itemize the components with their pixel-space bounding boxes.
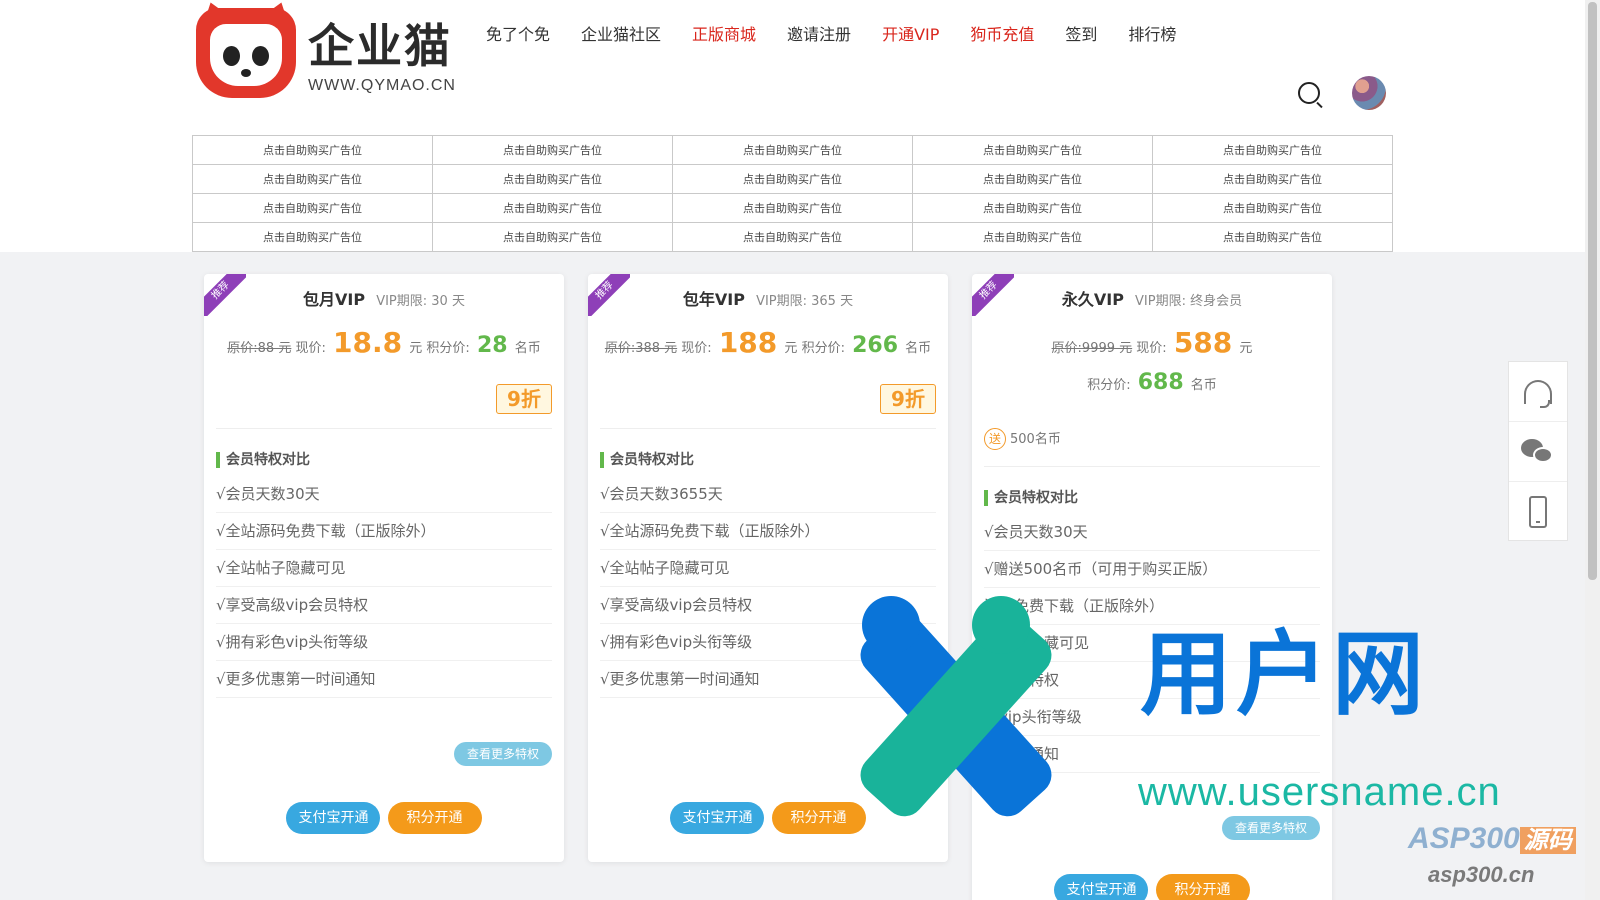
nav-item-recharge[interactable]: 狗币充值 <box>970 22 1034 48</box>
original-price: 原价:388 元 <box>604 341 678 356</box>
discount-badge: 9折 <box>880 384 936 414</box>
points-price: 688 <box>1137 370 1184 395</box>
list-item: √更多优惠第一时间通知 <box>216 661 552 698</box>
wechat-button[interactable] <box>1509 422 1567 482</box>
ad-slot[interactable]: 点击自助购买广告位 <box>912 193 1153 223</box>
original-price: 原价:9999 元 <box>1051 341 1133 356</box>
ad-slot[interactable]: 点击自助购买广告位 <box>432 135 673 165</box>
nav-item-ranking[interactable]: 排行榜 <box>1128 22 1176 48</box>
ad-slot[interactable]: 点击自助购买广告位 <box>1152 135 1393 165</box>
search-icon[interactable] <box>1298 82 1320 104</box>
current-price: 18.8 <box>333 326 403 359</box>
watermark-text: 用户网 <box>1140 621 1429 728</box>
price-row: 原价:388 元 现价: 188 元 积分价: 266 名币 <box>604 326 932 359</box>
plan-period: VIP期限: 365 天 <box>756 294 854 309</box>
features-title: 会员特权对比 <box>216 452 310 468</box>
ad-slot[interactable]: 点击自助购买广告位 <box>672 164 913 194</box>
nav-item-shop[interactable]: 正版商城 <box>692 22 756 48</box>
plan-name: 包月VIP <box>303 290 366 309</box>
list-item: √拥有彩色vip头衔等级 <box>216 624 552 661</box>
points-open-button[interactable]: 积分开通 <box>387 802 482 834</box>
ad-slot[interactable]: 点击自助购买广告位 <box>432 164 673 194</box>
watermark-url: www.usersname.cn <box>1138 770 1501 814</box>
headset-icon <box>1524 379 1552 408</box>
price-row: 原价:9999 元 现价: 588 元 <box>1051 326 1253 359</box>
wechat-icon <box>1521 438 1555 465</box>
phone-icon <box>1529 496 1547 528</box>
nav-item-invite[interactable]: 邀请注册 <box>787 22 851 48</box>
brand-name[interactable]: 企业猫 <box>308 10 452 76</box>
ad-slot[interactable]: 点击自助购买广告位 <box>192 164 433 194</box>
ad-slot[interactable]: 点击自助购买广告位 <box>672 193 913 223</box>
list-item: √全站源码免费下载（正版除外） <box>216 513 552 550</box>
scroll-thumb[interactable] <box>1588 2 1597 580</box>
ad-slot[interactable]: 点击自助购买广告位 <box>912 164 1153 194</box>
ad-grid: 点击自助购买广告位 点击自助购买广告位 点击自助购买广告位 点击自助购买广告位 … <box>192 135 1393 252</box>
ad-slot[interactable]: 点击自助购买广告位 <box>1152 222 1393 252</box>
nav-item-community[interactable]: 企业猫社区 <box>581 22 661 48</box>
features-title: 会员特权对比 <box>600 452 694 468</box>
discount-badge: 9折 <box>496 384 552 414</box>
gift-icon: 送 <box>984 428 1006 450</box>
points-price: 28 <box>476 333 508 358</box>
points-row: 积分价: 688 名币 <box>1087 370 1217 395</box>
divider <box>600 428 936 429</box>
plan-period: VIP期限: 终身会员 <box>1135 294 1243 309</box>
avatar[interactable] <box>1352 76 1386 110</box>
more-privileges-button[interactable]: 查看更多特权 <box>454 742 552 766</box>
cat-logo-icon[interactable] <box>195 0 297 98</box>
nav-item-checkin[interactable]: 签到 <box>1065 22 1097 48</box>
brand-url: WWW.QYMAO.CN <box>308 77 456 94</box>
ad-slot[interactable]: 点击自助购买广告位 <box>192 222 433 252</box>
site-header: 企业猫 WWW.QYMAO.CN 免了个免 企业猫社区 正版商城 邀请注册 开通… <box>0 0 1585 252</box>
plan-name: 永久VIP <box>1061 290 1124 309</box>
ad-slot[interactable]: 点击自助购买广告位 <box>672 135 913 165</box>
ad-slot[interactable]: 点击自助购买广告位 <box>432 222 673 252</box>
ad-slot[interactable]: 点击自助购买广告位 <box>672 222 913 252</box>
watermark-asp: ASP300 源码 <box>1408 820 1576 856</box>
current-price: 588 <box>1173 326 1233 359</box>
ad-slot[interactable]: 点击自助购买广告位 <box>192 193 433 223</box>
divider <box>984 466 1320 467</box>
watermark-asp-url: asp300.cn <box>1428 862 1535 887</box>
plan-name: 包年VIP <box>682 290 745 309</box>
main-nav: 免了个免 企业猫社区 正版商城 邀请注册 开通VIP 狗币充值 签到 排行榜 <box>486 22 1207 48</box>
points-price: 266 <box>852 333 899 358</box>
ad-slot[interactable]: 点击自助购买广告位 <box>1152 193 1393 223</box>
nav-item-vip[interactable]: 开通VIP <box>882 22 939 48</box>
side-toolbar <box>1508 361 1568 541</box>
points-open-button[interactable]: 积分开通 <box>1155 874 1250 900</box>
feature-list: √会员天数30天 √全站源码免费下载（正版除外） √全站帖子隐藏可见 √享受高级… <box>216 476 552 698</box>
ad-slot[interactable]: 点击自助购买广告位 <box>912 222 1153 252</box>
list-item: √全站帖子隐藏可见 <box>600 550 936 587</box>
features-title: 会员特权对比 <box>984 490 1078 506</box>
list-item: √享受高级vip会员特权 <box>216 587 552 624</box>
alipay-open-button[interactable]: 支付宝开通 <box>286 802 381 834</box>
list-item: √会员天数30天 <box>216 476 552 513</box>
more-privileges-button[interactable]: 查看更多特权 <box>1222 816 1320 840</box>
alipay-open-button[interactable]: 支付宝开通 <box>670 802 765 834</box>
alipay-open-button[interactable]: 支付宝开通 <box>1054 874 1149 900</box>
price-row: 原价:88 元 现价: 18.8 元 积分价: 28 名币 <box>227 326 541 359</box>
ad-slot[interactable]: 点击自助购买广告位 <box>192 135 433 165</box>
page-scrollbar[interactable] <box>1585 0 1600 900</box>
plan-period: VIP期限: 30 天 <box>376 294 465 309</box>
divider <box>216 428 552 429</box>
list-item: √全站源码免费下载（正版除外） <box>600 513 936 550</box>
plan-card-monthly: 推荐 包月VIP VIP期限: 30 天 原价:88 元 现价: 18.8 元 … <box>204 274 564 862</box>
watermark-logo-icon <box>800 596 1100 825</box>
ad-slot[interactable]: 点击自助购买广告位 <box>1152 164 1393 194</box>
list-item: √会员天数3655天 <box>600 476 936 513</box>
ad-slot[interactable]: 点击自助购买广告位 <box>432 193 673 223</box>
list-item: √赠送500名币（可用于购买正版） <box>984 551 1320 588</box>
customer-service-button[interactable] <box>1509 362 1567 422</box>
list-item: √会员天数30天 <box>984 514 1320 551</box>
current-price: 188 <box>718 326 778 359</box>
ad-slot[interactable]: 点击自助购买广告位 <box>912 135 1153 165</box>
nav-item-mian[interactable]: 免了个免 <box>486 22 550 48</box>
original-price: 原价:88 元 <box>227 341 292 356</box>
list-item: √全站帖子隐藏可见 <box>216 550 552 587</box>
mobile-button[interactable] <box>1509 482 1567 542</box>
gift-note: 送 500名币 <box>984 428 1061 450</box>
